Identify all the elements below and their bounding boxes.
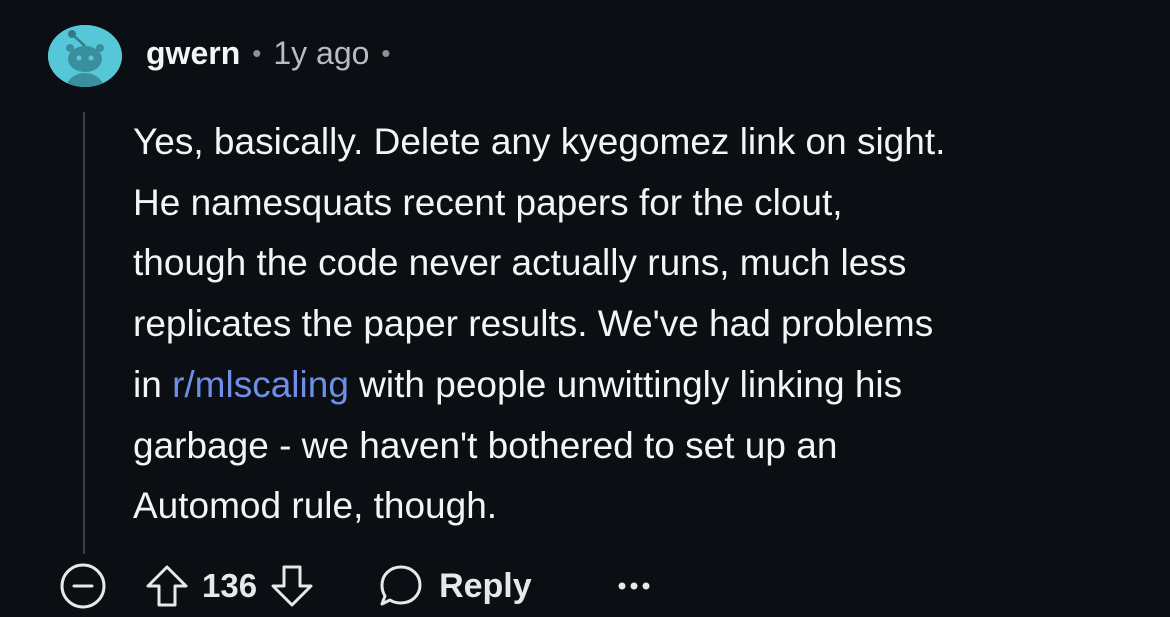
subreddit-link[interactable]: r/mlscaling	[172, 364, 349, 405]
thread-line[interactable]	[83, 112, 85, 554]
minus-circle-icon[interactable]	[58, 561, 108, 611]
body-line: Yes, basically. Delete any kyegomez link…	[133, 121, 946, 162]
body-line: Automod rule, though.	[133, 485, 498, 527]
ellipsis-icon[interactable]	[616, 576, 652, 596]
body-line: replicates the paper results. We've had …	[133, 303, 934, 345]
speech-bubble-icon	[377, 562, 425, 610]
body-line: in r/mlscaling with people unwittingly l…	[133, 355, 1143, 416]
arrow-up-icon[interactable]	[144, 563, 190, 609]
timestamp: 1y ago	[273, 34, 370, 71]
separator-dot: •	[252, 37, 262, 68]
vote-count: 136	[202, 567, 258, 604]
body-line: He namesquats recent papers for the clou…	[133, 181, 843, 223]
comment-actions: 136 Reply	[58, 560, 652, 612]
reply-button[interactable]: Reply	[377, 562, 532, 610]
arrow-down-icon[interactable]	[269, 563, 315, 609]
body-text-segment: in	[133, 363, 173, 405]
snoo-avatar-icon	[48, 25, 122, 87]
avatar[interactable]	[48, 25, 122, 87]
body-text-segment: with people unwittingly linking his	[348, 363, 903, 405]
trailing-separator-dot: •	[381, 37, 391, 68]
username[interactable]: gwern	[146, 35, 240, 72]
comment-header: gwern • 1y ago •	[146, 30, 403, 76]
reply-label: Reply	[439, 566, 532, 605]
body-line: though the code never actually runs, muc…	[133, 242, 907, 284]
comment-body: Yes, basically. Delete any kyegomez link…	[133, 112, 1143, 537]
body-line: garbage - we haven't bothered to set up …	[133, 424, 838, 466]
